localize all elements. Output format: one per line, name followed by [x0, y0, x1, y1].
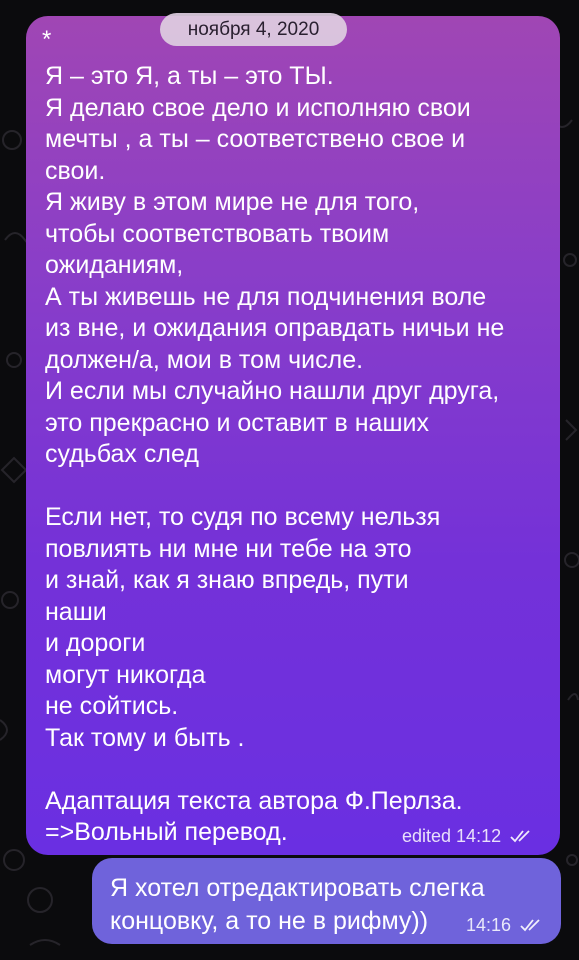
message-line: Я делаю свое дело и исполняю свои — [45, 93, 471, 122]
message-line: Если нет, то судя по всему нельзя — [45, 503, 441, 531]
message-line: Так тому и быть . — [45, 723, 245, 752]
incoming-message-text: Я – это Я, а ты – это ТЫ. Я делаю свое д… — [45, 61, 555, 849]
message-line: А ты живешь не для подчинения воле — [45, 282, 487, 311]
message-line: концовку, а то не в рифму)) — [110, 907, 429, 935]
message-line: и знай, как я знаю впредь, пути — [45, 566, 409, 594]
message-line: Адаптация текста автора Ф.Перлза. — [45, 786, 463, 815]
message-asterisk: * — [42, 26, 52, 53]
message-line: Я живу в этом мире не для того, — [45, 188, 420, 216]
message-line: мечты , а ты – соответствено свое и — [45, 125, 466, 153]
message-line: И если мы случайно нашли друг друга, — [45, 377, 500, 405]
message-line: ожиданиям, — [45, 251, 184, 279]
message-line: свои. — [45, 156, 106, 185]
message-line: и дороги — [45, 629, 146, 657]
message-line: судьбах след — [45, 440, 199, 468]
message-line: наши — [45, 597, 107, 626]
date-separator: ноября 4, 2020 — [160, 13, 347, 46]
edited-timestamp: edited 14:12 — [402, 826, 502, 846]
double-check-icon — [510, 826, 534, 848]
message-line: это прекрасно и оставит в наших — [45, 408, 429, 437]
message-line: Я – это Я, а ты – это ТЫ. — [45, 62, 334, 90]
message-line: повлиять ни мне ни тебе на это — [45, 534, 412, 563]
incoming-message-meta: edited 14:12 — [402, 825, 534, 848]
message-line: не сойтись. — [45, 692, 179, 720]
outgoing-message-text: Я хотел отредактировать слегка концовку,… — [110, 872, 485, 938]
message-line: должен/а, мои в том числе. — [45, 345, 364, 374]
message-line: могут никогда — [45, 660, 206, 689]
message-timestamp: 14:16 — [466, 915, 512, 935]
double-check-icon — [520, 915, 544, 937]
outgoing-message-meta: 14:16 — [466, 914, 544, 937]
message-line: из вне, и ожидания оправдать ничьи не — [45, 314, 505, 342]
message-line: чтобы соответствовать твоим — [45, 219, 390, 248]
message-line: Я хотел отредактировать слегка — [110, 874, 485, 902]
